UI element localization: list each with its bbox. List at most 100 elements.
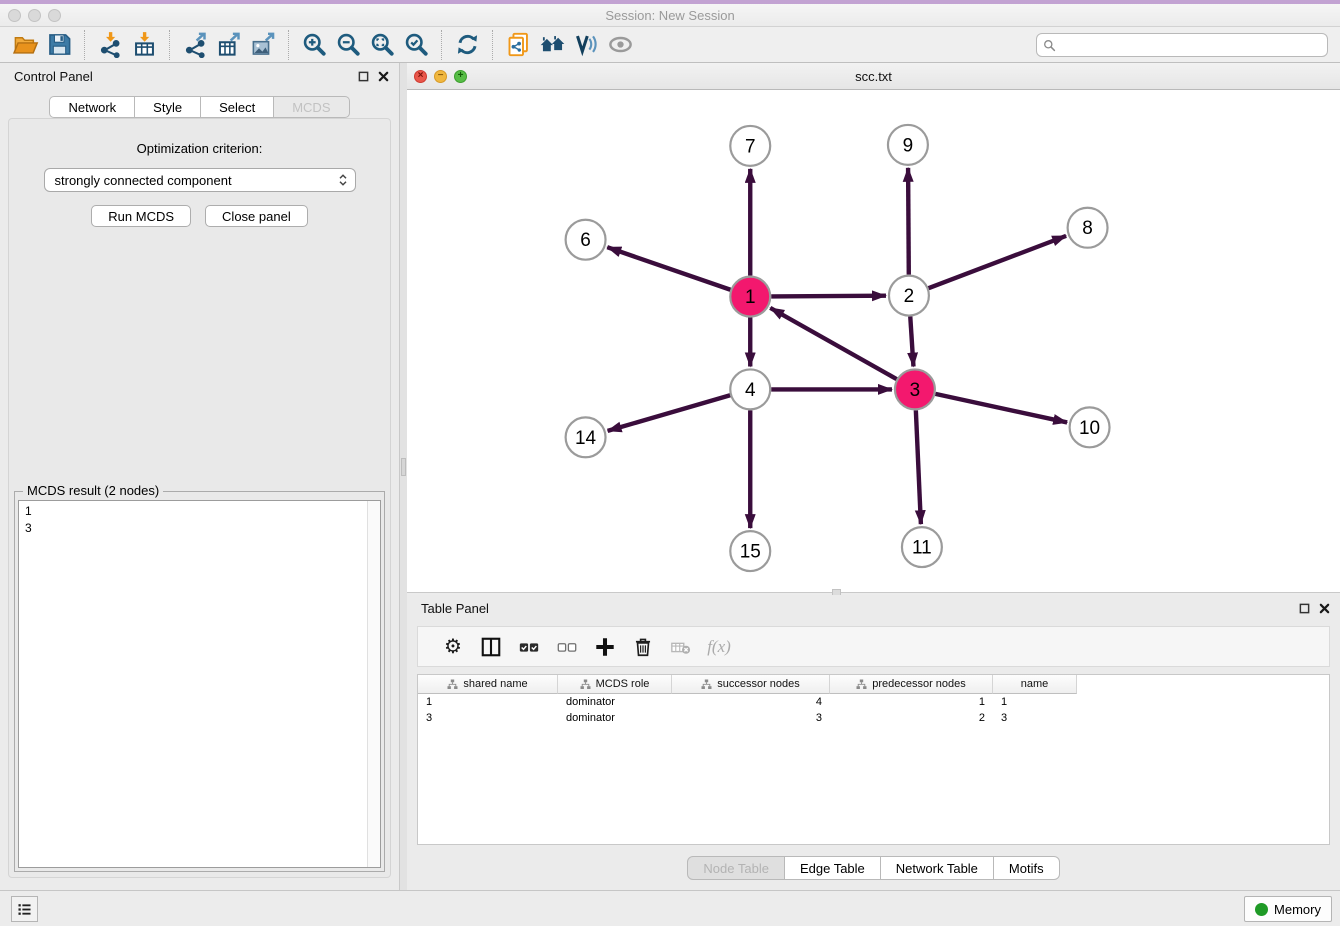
cell-predecessor-nodes[interactable]: 1 [830, 696, 993, 708]
select-all-button[interactable] [510, 632, 548, 662]
open-session-button[interactable] [8, 30, 42, 60]
node-table[interactable]: shared name MCDS role successor nodes pr… [417, 674, 1330, 845]
graph-node-label-10: 10 [1079, 418, 1100, 439]
task-history-button[interactable] [11, 896, 38, 922]
search-input[interactable] [1056, 35, 1327, 55]
tab-mcds[interactable]: MCDS [274, 96, 349, 118]
zoom-out-icon [335, 31, 362, 58]
control-panel: Control Panel Network Style Select MCDS … [0, 63, 400, 890]
close-panel-button[interactable] [377, 70, 389, 82]
column-label: predecessor nodes [872, 678, 966, 690]
zoom-out-button[interactable] [331, 30, 365, 60]
table-panel-header: Table Panel [407, 595, 1340, 621]
cell-successor-nodes[interactable]: 3 [672, 712, 830, 724]
show-graphics-button[interactable] [603, 30, 637, 60]
tab-network-table[interactable]: Network Table [881, 856, 994, 880]
criterion-dropdown[interactable]: strongly connected component [44, 168, 356, 192]
export-network-button[interactable] [178, 30, 212, 60]
graph-edge-3-1[interactable] [770, 308, 896, 379]
panel-splitter[interactable] [400, 63, 407, 890]
tab-motifs[interactable]: Motifs [994, 856, 1060, 880]
run-mcds-button[interactable]: Run MCDS [91, 205, 191, 227]
save-icon [46, 31, 73, 58]
graph-node-label-11: 11 [912, 538, 932, 559]
search-field[interactable] [1036, 33, 1328, 57]
window-title: Session: New Session [0, 8, 1340, 23]
delete-table-icon [670, 636, 692, 658]
main-toolbar [0, 27, 1340, 63]
column-label: successor nodes [717, 678, 800, 690]
column-button[interactable] [472, 632, 510, 662]
zoom-selected-button[interactable] [399, 30, 433, 60]
table-row[interactable]: 3 dominator 3 2 3 [418, 710, 1329, 726]
network-overview-button[interactable] [535, 30, 569, 60]
cell-name[interactable]: 1 [993, 696, 1077, 708]
zoom-in-button[interactable] [297, 30, 331, 60]
tab-edge-table[interactable]: Edge Table [785, 856, 881, 880]
mcds-result-box[interactable]: 1 3 [18, 500, 381, 868]
table-settings-button[interactable]: ⚙ [434, 632, 472, 662]
graph-edge-3-10[interactable] [935, 394, 1067, 423]
cell-predecessor-nodes[interactable]: 2 [830, 712, 993, 724]
function-builder-button[interactable]: f(x) [700, 632, 738, 662]
graph-edge-2-3[interactable] [910, 317, 913, 367]
graph-edge-1-2[interactable] [771, 296, 886, 297]
graph-edge-1-6[interactable] [607, 247, 730, 290]
control-panel-title: Control Panel [14, 69, 93, 84]
graph-edge-2-9[interactable] [908, 168, 909, 275]
network-window-titlebar[interactable]: × − + scc.txt [407, 63, 1340, 90]
apply-style-icon [573, 31, 600, 58]
eye-icon [607, 31, 634, 58]
graph-edge-3-11[interactable] [916, 410, 921, 524]
close-table-panel-button[interactable] [1318, 602, 1330, 614]
save-session-button[interactable] [42, 30, 76, 60]
delete-table-button[interactable] [662, 632, 700, 662]
cell-name[interactable]: 3 [993, 712, 1077, 724]
graph-edge-2-8[interactable] [929, 236, 1067, 288]
column-header-shared-name[interactable]: shared name [418, 675, 558, 694]
tab-node-table[interactable]: Node Table [687, 856, 785, 880]
deselect-all-button[interactable] [548, 632, 586, 662]
column-label: MCDS role [596, 678, 650, 690]
column-header-predecessor-nodes[interactable]: predecessor nodes [830, 675, 993, 694]
graph-edge-4-14[interactable] [608, 395, 731, 431]
tab-network[interactable]: Network [49, 96, 135, 118]
table-tabs: Node Table Edge Table Network Table Moti… [407, 856, 1340, 880]
tab-style[interactable]: Style [135, 96, 201, 118]
column-header-mcds-role[interactable]: MCDS role [558, 675, 672, 694]
table-row[interactable]: 1 dominator 4 1 1 [418, 694, 1329, 710]
tab-select[interactable]: Select [201, 96, 274, 118]
clone-network-button[interactable] [501, 30, 535, 60]
zoom-fit-button[interactable] [365, 30, 399, 60]
apply-style-button[interactable] [569, 30, 603, 60]
float-table-panel-button[interactable] [1298, 602, 1310, 614]
export-image-button[interactable] [246, 30, 280, 60]
select-all-icon [518, 636, 540, 658]
network-window-title: scc.txt [407, 69, 1340, 84]
export-image-icon [250, 31, 277, 58]
refresh-network-button[interactable] [450, 30, 484, 60]
table-header-row: shared name MCDS role successor nodes pr… [418, 675, 1329, 694]
cell-shared-name[interactable]: 1 [418, 696, 558, 708]
memory-button[interactable]: Memory [1244, 896, 1332, 922]
column-header-successor-nodes[interactable]: successor nodes [672, 675, 830, 694]
graph-node-label-1: 1 [745, 287, 756, 308]
cell-mcds-role[interactable]: dominator [558, 712, 672, 724]
result-scrollbar[interactable] [367, 501, 380, 867]
splitter-grip[interactable] [401, 458, 406, 476]
delete-button[interactable] [624, 632, 662, 662]
import-network-button[interactable] [93, 30, 127, 60]
export-table-button[interactable] [212, 30, 246, 60]
fx-icon: f(x) [707, 637, 731, 657]
cell-shared-name[interactable]: 3 [418, 712, 558, 724]
cell-successor-nodes[interactable]: 4 [672, 696, 830, 708]
status-bar: Memory [0, 890, 1340, 926]
cell-mcds-role[interactable]: dominator [558, 696, 672, 708]
close-panel-button-2[interactable]: Close panel [205, 205, 308, 227]
add-button[interactable] [586, 632, 624, 662]
network-canvas[interactable]: 7968124314101511 [407, 90, 1340, 592]
graph-node-label-15: 15 [740, 542, 761, 563]
column-header-name[interactable]: name [993, 675, 1077, 694]
import-table-button[interactable] [127, 30, 161, 60]
float-panel-button[interactable] [357, 70, 369, 82]
